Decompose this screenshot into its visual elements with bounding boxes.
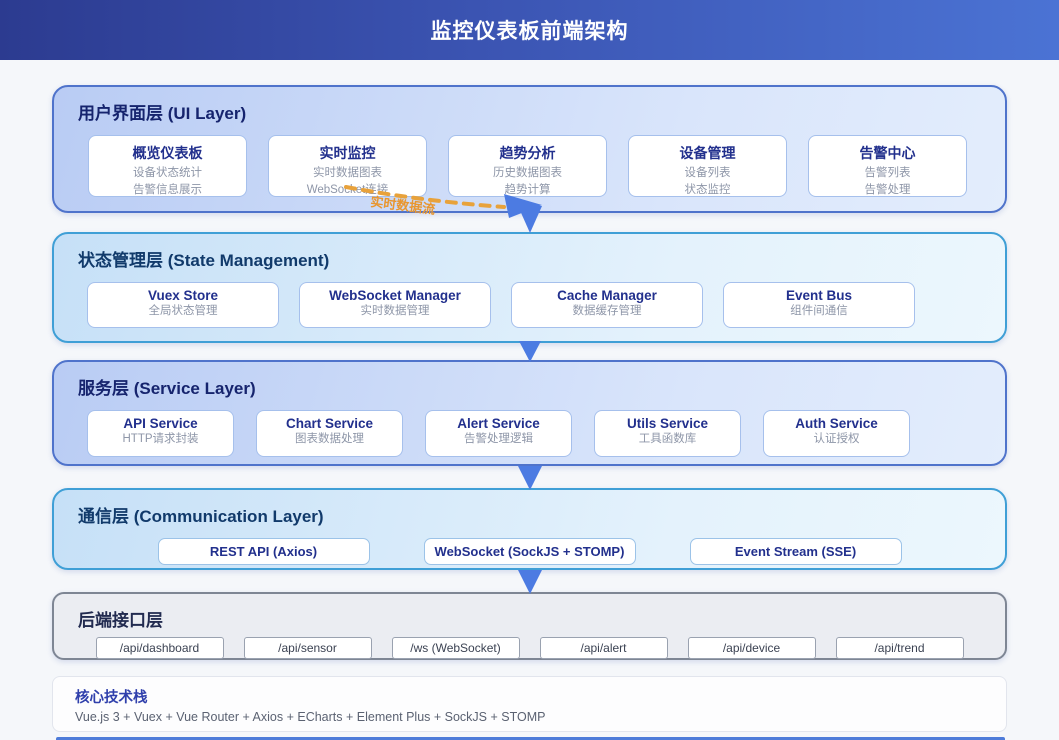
card-subtitle: 工具函数库 (638, 433, 697, 445)
card-subtitle: 全局状态管理 (148, 305, 218, 317)
card-backend-api: /api/alert (539, 637, 668, 659)
layer-title-communication: 通信层 (Communication Layer) (78, 507, 324, 526)
layer-backend-api: 后端接口层/api/dashboard/api/sensor/ws (WebSo… (52, 592, 1007, 660)
card-title: 趋势分析 (499, 145, 556, 161)
card-row-service: API Service HTTP请求封装 Chart Service 图表数据处理 Al… (54, 410, 1005, 457)
card-state-management: Vuex Store 全局状态管理 (87, 282, 279, 328)
card-subtitle: 图表数据处理 (295, 433, 364, 445)
card-state-management: Event Bus 组件间通信 (723, 282, 915, 328)
card-title: WebSocket (SockJS + STOMP) (434, 544, 625, 559)
card-service: Alert Service 告警处理逻辑 (425, 410, 572, 457)
card-subtitle: 告警处理逻辑 (464, 433, 533, 445)
card-state-management: Cache Manager 数据缓存管理 (511, 282, 703, 328)
card-title: 概览仪表板 (132, 145, 203, 161)
card-title: WebSocket Manager (329, 288, 461, 303)
card-subtitle: 数据缓存管理 (572, 305, 642, 317)
card-communication: REST API (Axios) (157, 538, 370, 565)
card-ui: 趋势分析历史数据图表 趋势计算 (448, 135, 607, 197)
card-subtitle: 告警列表 (864, 167, 911, 179)
card-subtitle: 组件间通信 (790, 305, 848, 317)
card-backend-api: /api/sensor (243, 637, 372, 659)
layer-title-backend-api: 后端接口层 (78, 611, 163, 630)
page-header: 监控仪表板前端架构 (0, 0, 1059, 60)
arrow-down-icon (518, 466, 542, 490)
card-subtitle: 趋势计算 (504, 184, 551, 197)
card-title: REST API (Axios) (209, 544, 318, 559)
card-subtitle: 告警处理 (864, 184, 911, 197)
card-backend-api: /api/dashboard (95, 637, 224, 659)
card-title: 设备管理 (679, 145, 736, 161)
card-title: Auth Service (795, 416, 878, 431)
card-subtitle: 告警信息展示 (133, 184, 202, 197)
card-subtitle: 设备列表 (684, 167, 731, 179)
layer-ui: 用户界面层 (UI Layer) 概览仪表板 设备状态统计 告警信息展示 实时监控 实时数… (52, 85, 1007, 213)
card-title: 实时监控 (319, 145, 376, 161)
tech-stack-title: 核心技术栈 (75, 690, 148, 706)
card-subtitle: HTTP请求封装 (122, 433, 199, 445)
card-title: API Service (123, 416, 198, 431)
card-ui: 概览仪表板设备状态统计 告警信息展示 (88, 135, 247, 197)
card-service: Auth Service 认证授权 (763, 410, 910, 457)
card-subtitle: 状态监控 (684, 184, 731, 197)
card-title: /api/alert (580, 641, 627, 655)
card-backend-api: /api/trend (835, 637, 964, 659)
card-title: Event Stream (SSE) (734, 544, 857, 559)
card-title: /api/dashboard (119, 641, 200, 655)
card-service: Chart Service 图表数据处理 (256, 410, 403, 457)
card-ui: 告警中心告警列表告警处理 (808, 135, 967, 197)
card-title: /api/trend (874, 641, 925, 655)
card-ui: 实时监控实时数据图表 WebSocket连接 (268, 135, 427, 197)
card-row-state-management: Vuex Store 全局状态管理 WebSocket Manager 实时数据管理 C… (54, 282, 1005, 328)
card-backend-api: /api/device (687, 637, 816, 659)
card-subtitle: 实时数据管理 (360, 305, 430, 317)
tech-stack-list: Vue.js 3 + Vuex + Vue Router + Axios + E… (75, 710, 546, 724)
card-row-communication: REST API (Axios) WebSocket (SockJS + STOM… (54, 538, 1005, 565)
layer-title-state-management: 状态管理层 (State Management) (78, 251, 330, 270)
card-state-management: WebSocket Manager 实时数据管理 (299, 282, 491, 328)
layer-service: 服务层 (Service Layer) API Service HTTP请求封装 Ch… (52, 360, 1007, 466)
page-title: 监控仪表板前端架构 (430, 20, 629, 43)
card-subtitle: 历史数据图表 (493, 167, 562, 179)
card-title: Cache Manager (557, 288, 657, 303)
card-title: Alert Service (457, 416, 540, 431)
card-title: /api/device (722, 641, 781, 655)
arrow-down-icon (518, 570, 542, 594)
architecture-diagram: 监控仪表板前端架构 用户界面层 (UI Layer) 概览仪表板设备状态统计 告警信… (0, 0, 1059, 740)
card-subtitle: 实时数据图表 (313, 167, 382, 179)
card-title: Vuex Store (147, 288, 219, 303)
card-title: /api/sensor (278, 641, 337, 655)
card-title: Event Bus (785, 288, 853, 303)
card-communication: Event Stream (SSE) (689, 538, 902, 565)
card-service: Utils Service 工具函数库 (594, 410, 741, 457)
arrow-down-icon (519, 341, 541, 362)
card-service: API Service HTTP请求封装 (87, 410, 234, 457)
card-communication: WebSocket (SockJS + STOMP) (423, 538, 636, 565)
layer-state-management: 状态管理层 (State Management) Vuex Store 全局状态管理… (52, 232, 1007, 343)
card-title: Utils Service (626, 416, 709, 431)
layer-title-service: 服务层 (Service Layer) (78, 379, 256, 398)
card-row-ui: 概览仪表板设备状态统计 告警信息展示 实时监控实时数据图表 WebSocket连接 趋势… (54, 135, 1005, 197)
layer-communication: 通信层 (Communication Layer) REST API (Axios… (52, 488, 1007, 570)
card-row-backend-api: /api/dashboard/api/sensor/ws (WebSocket)… (54, 637, 1005, 659)
card-title: /ws (WebSocket) (410, 641, 501, 655)
layer-title-ui: 用户界面层 (UI Layer) (78, 104, 247, 123)
card-subtitle: 设备状态统计 (133, 167, 202, 179)
tech-stack-panel: 核心技术栈 Vue.js 3 + Vuex + Vue Router + Axi… (52, 676, 1007, 732)
card-subtitle: WebSocket连接 (306, 184, 389, 197)
card-backend-api: /ws (WebSocket) (391, 637, 520, 659)
card-title: Chart Service (285, 416, 374, 431)
card-ui: 设备管理设备列表状态监控 (628, 135, 787, 197)
card-title: 告警中心 (859, 145, 916, 161)
card-subtitle: 认证授权 (813, 433, 860, 445)
